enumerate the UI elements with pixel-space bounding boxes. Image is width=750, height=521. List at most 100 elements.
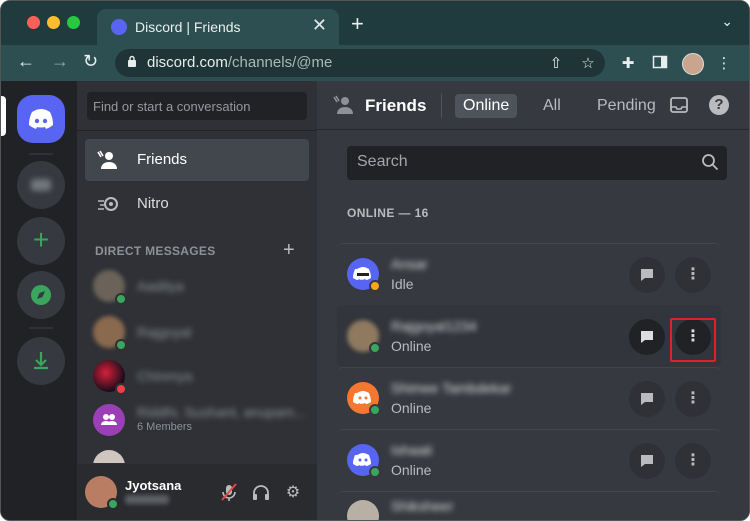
address-bar[interactable]: discord.com/channels/@me <box>115 49 605 77</box>
dm-item-group[interactable]: Riddhi, Sushant, anupam... 6 Members <box>85 399 309 441</box>
friend-row[interactable]: Ansar Idle ⋮ <box>337 243 721 305</box>
server-icon[interactable] <box>17 161 65 209</box>
find-conversation-input[interactable]: Find or start a conversation <box>87 92 307 120</box>
message-button[interactable] <box>629 381 665 417</box>
idle-status-icon <box>369 280 381 292</box>
dm-name: Rajgoyal <box>137 324 192 340</box>
tab-online[interactable]: Online <box>455 94 518 118</box>
group-members-count: 6 Members <box>137 421 193 433</box>
rail-divider <box>29 153 53 155</box>
browser-toolbar: ← → ↻ discord.com/channels/@me ⇧ ☆ ✚ ⋮ <box>1 45 749 81</box>
online-status-icon <box>369 466 381 478</box>
friends-wave-icon <box>97 150 117 169</box>
forward-arrow-icon[interactable]: → <box>51 51 69 72</box>
lock-icon <box>128 55 136 67</box>
tab-pending[interactable]: Pending <box>589 94 664 118</box>
header-divider <box>441 94 442 118</box>
reload-icon[interactable]: ↻ <box>83 51 98 72</box>
dm-item[interactable]: Aaditya <box>85 265 309 307</box>
friends-label: Friends <box>137 151 188 168</box>
group-avatar-icon <box>93 404 125 436</box>
message-button[interactable] <box>629 319 665 355</box>
message-button[interactable] <box>629 257 665 293</box>
nitro-label: Nitro <box>137 195 169 212</box>
friend-name: Rajgoyal1234 <box>391 318 477 334</box>
friend-status: Idle <box>391 276 414 292</box>
discord-home-button[interactable] <box>17 95 65 143</box>
help-icon[interactable]: ? <box>709 95 729 115</box>
more-options-button[interactable]: ⋮ <box>675 381 711 417</box>
online-status-icon <box>115 339 127 351</box>
download-apps-button[interactable] <box>17 337 65 385</box>
chat-bubble-icon <box>641 455 653 467</box>
search-icon <box>702 154 719 171</box>
page-title: Friends <box>365 96 427 115</box>
tab-title: Discord | Friends <box>135 19 241 35</box>
side-panel-icon[interactable] <box>651 54 669 72</box>
more-options-button[interactable]: ⋮ <box>675 257 711 293</box>
mute-microphone-icon[interactable] <box>219 482 239 502</box>
browser-tab-bar: Discord | Friends ✕ + ⌄ <box>1 1 749 45</box>
online-status-icon <box>369 342 381 354</box>
friend-status: Online <box>391 338 432 354</box>
new-tab-button[interactable]: + <box>351 11 364 37</box>
user-panel: Jyotsana ⚙ <box>77 464 317 520</box>
headphones-icon[interactable] <box>251 482 271 502</box>
online-status-icon <box>115 293 127 305</box>
friends-panel: Friends Online All Pending ? Search ONLI… <box>317 81 749 520</box>
tab-close-button[interactable]: ✕ <box>312 15 327 36</box>
explore-servers-button[interactable] <box>17 271 65 319</box>
friend-avatar <box>347 500 379 520</box>
download-icon <box>34 352 48 370</box>
friends-header: Friends Online All Pending ? <box>317 81 749 130</box>
browser-window: Discord | Friends ✕ + ⌄ ← → ↻ discord.co… <box>0 0 750 521</box>
dm-item[interactable] <box>85 445 309 463</box>
close-window-button[interactable] <box>27 16 40 29</box>
tab-search-chevron-icon[interactable]: ⌄ <box>721 13 733 30</box>
dm-item[interactable]: Chinmya <box>85 355 309 397</box>
tab-all[interactable]: All <box>535 94 569 118</box>
profile-avatar[interactable] <box>682 53 704 75</box>
compass-icon <box>31 285 51 305</box>
friends-wave-icon <box>333 95 353 114</box>
zoom-window-button[interactable] <box>67 16 80 29</box>
dm-item[interactable]: Rajgoyal <box>85 311 309 353</box>
sidebar-divider <box>77 130 317 131</box>
user-tag <box>125 495 169 504</box>
selected-indicator <box>1 96 6 136</box>
sidebar-item-friends[interactable]: Friends <box>85 139 309 181</box>
add-server-button[interactable]: + <box>17 217 65 265</box>
extensions-icon[interactable]: ✚ <box>619 54 637 72</box>
direct-messages-header: DIRECT MESSAGES <box>95 244 216 258</box>
create-dm-button[interactable]: + <box>283 239 295 262</box>
friends-search-input[interactable]: Search <box>347 146 727 180</box>
friend-name: Ansar <box>391 256 428 272</box>
friend-row[interactable]: Shiksheer <box>337 491 721 520</box>
settings-gear-icon[interactable]: ⚙ <box>283 482 303 502</box>
bookmark-star-icon[interactable]: ☆ <box>579 54 597 72</box>
discord-favicon-icon <box>111 19 127 35</box>
friend-row[interactable]: Rajgoyal1234 Online ⋮ <box>337 305 721 367</box>
inbox-icon[interactable] <box>669 95 689 115</box>
back-arrow-icon[interactable]: ← <box>17 51 35 72</box>
sidebar-item-nitro[interactable]: Nitro <box>85 183 309 225</box>
avatar <box>93 450 125 463</box>
more-options-button[interactable]: ⋮ <box>675 443 711 479</box>
message-button[interactable] <box>629 443 665 479</box>
friend-status: Online <box>391 462 432 478</box>
username: Jyotsana <box>125 478 182 493</box>
minimize-window-button[interactable] <box>47 16 60 29</box>
friend-row[interactable]: Shimee Tambdekar Online ⋮ <box>337 367 721 429</box>
friend-name: Shimee Tambdekar <box>391 380 512 396</box>
share-icon[interactable]: ⇧ <box>547 54 565 72</box>
url-text: discord.com/channels/@me <box>147 54 333 71</box>
chat-bubble-icon <box>641 331 653 343</box>
chat-bubble-icon <box>641 269 653 281</box>
dm-name: Chinmya <box>137 368 193 384</box>
dm-name: Riddhi, Sushant, anupam... <box>137 404 306 420</box>
online-status-icon <box>107 498 119 510</box>
browser-menu-icon[interactable]: ⋮ <box>715 54 733 72</box>
online-status-icon <box>369 404 381 416</box>
browser-tab[interactable]: Discord | Friends ✕ <box>97 9 339 45</box>
friend-row[interactable]: Ishaati Online ⋮ <box>337 429 721 491</box>
